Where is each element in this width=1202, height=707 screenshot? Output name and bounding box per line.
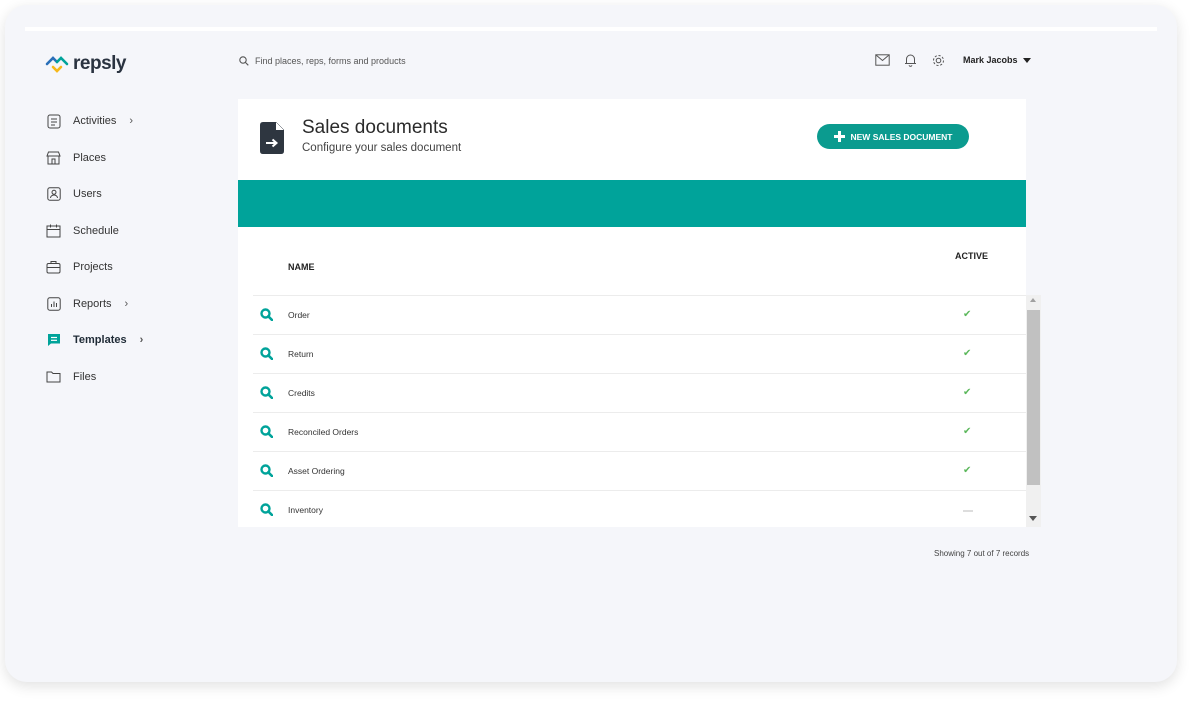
global-search[interactable]	[239, 56, 555, 66]
document-arrow-icon	[260, 122, 284, 154]
magnifier-icon[interactable]	[260, 347, 273, 360]
plus-icon	[833, 131, 845, 142]
top-divider	[25, 27, 1157, 31]
magnifier-icon[interactable]	[260, 503, 273, 516]
sidebar-item-templates[interactable]: Templates ›	[45, 322, 143, 359]
sidebar-item-reports[interactable]: Reports ›	[45, 286, 143, 323]
table-scrollbar[interactable]	[1026, 295, 1041, 527]
sidebar-item-label: Users	[73, 188, 102, 201]
store-icon	[45, 149, 62, 166]
sales-documents-card: Sales documents Configure your sales doc…	[238, 99, 1026, 527]
card-header: Sales documents Configure your sales doc…	[238, 99, 1026, 179]
sidebar-item-users[interactable]: Users	[45, 176, 143, 213]
active-check-icon: ✔	[963, 309, 972, 320]
active-check-icon: ✔	[963, 348, 972, 359]
documents-table: Order ✔ Return ✔ Credits ✔ Reconciled Or…	[253, 295, 1026, 529]
sidebar-item-places[interactable]: Places	[45, 140, 143, 177]
column-header-name[interactable]: NAME	[288, 262, 315, 272]
sidebar-item-label: Places	[73, 151, 107, 164]
table-row[interactable]: Order ✔	[253, 295, 1026, 334]
sidebar-item-activities[interactable]: Activities ›	[45, 103, 143, 140]
active-check-icon: ✔	[963, 465, 972, 476]
table-row[interactable]: Reconciled Orders ✔	[253, 412, 1026, 451]
chevron-right-icon: ›	[129, 115, 134, 128]
search-icon	[239, 56, 249, 66]
sidebar-item-label: Files	[73, 370, 97, 383]
sidebar-item-schedule[interactable]: Schedule	[45, 213, 143, 250]
user-name: Mark Jacobs	[963, 55, 1018, 65]
chevron-right-icon: ›	[124, 297, 129, 310]
user-icon	[45, 186, 62, 203]
magnifier-icon[interactable]	[260, 308, 273, 321]
page-subtitle: Configure your sales document	[302, 142, 462, 154]
bar-chart-icon	[45, 295, 62, 312]
records-count: Showing 7 out of 7 records	[934, 549, 1030, 558]
sidebar-item-projects[interactable]: Projects	[45, 249, 143, 286]
template-icon	[45, 332, 62, 349]
sidebar-item-label: Projects	[73, 261, 113, 274]
table-row[interactable]: Credits ✔	[253, 373, 1026, 412]
document-name: Return	[288, 349, 314, 359]
active-check-icon: ✔	[963, 426, 972, 437]
user-menu[interactable]: Mark Jacobs	[963, 55, 1031, 65]
sidebar-item-label: Templates	[73, 334, 127, 347]
chevron-right-icon: ›	[139, 334, 144, 347]
sidebar-item-label: Reports	[73, 297, 112, 310]
new-sales-document-label: NEW SALES DOCUMENT	[850, 131, 953, 142]
logo-mark-icon	[45, 56, 69, 73]
document-name: Inventory	[288, 505, 323, 515]
header-band	[238, 180, 1026, 227]
bell-icon[interactable]	[901, 51, 919, 69]
magnifier-icon[interactable]	[260, 386, 273, 399]
clipboard-icon	[45, 113, 62, 130]
scrollbar-thumb[interactable]	[1027, 310, 1040, 485]
mail-icon[interactable]	[873, 51, 891, 69]
inactive-dash-icon	[963, 504, 973, 515]
table-row[interactable]: Asset Ordering ✔	[253, 451, 1026, 490]
search-input[interactable]	[255, 56, 555, 66]
table-row[interactable]: Return ✔	[253, 334, 1026, 373]
gear-icon[interactable]	[929, 51, 947, 69]
document-name: Asset Ordering	[288, 466, 345, 476]
scroll-down-arrow-icon[interactable]	[1029, 516, 1037, 521]
calendar-icon	[45, 222, 62, 239]
header-actions: Mark Jacobs	[873, 51, 1031, 69]
new-sales-document-button[interactable]: NEW SALES DOCUMENT	[817, 124, 969, 149]
page-title: Sales documents	[302, 117, 448, 138]
active-check-icon: ✔	[963, 387, 972, 398]
document-name: Reconciled Orders	[288, 427, 359, 437]
caret-down-icon	[1022, 57, 1031, 63]
document-name: Credits	[288, 388, 315, 398]
briefcase-icon	[45, 259, 62, 276]
scroll-up-arrow-icon[interactable]	[1030, 298, 1036, 302]
magnifier-icon[interactable]	[260, 464, 273, 477]
magnifier-icon[interactable]	[260, 425, 273, 438]
repsly-logo[interactable]: repsly	[45, 53, 126, 75]
table-row[interactable]: Inventory	[253, 490, 1026, 529]
sidebar: Activities › Places Users Schedule Proje…	[45, 103, 143, 395]
brand-name: repsly	[73, 53, 126, 74]
sidebar-item-files[interactable]: Files	[45, 359, 143, 396]
column-header-active[interactable]: ACTIVE	[955, 251, 988, 261]
app-window: repsly Find places, reps, forms and prod…	[5, 5, 1177, 682]
document-name: Order	[288, 310, 310, 320]
sidebar-item-label: Schedule	[73, 224, 119, 237]
sidebar-item-label: Activities	[73, 115, 117, 128]
folder-icon	[45, 368, 62, 385]
